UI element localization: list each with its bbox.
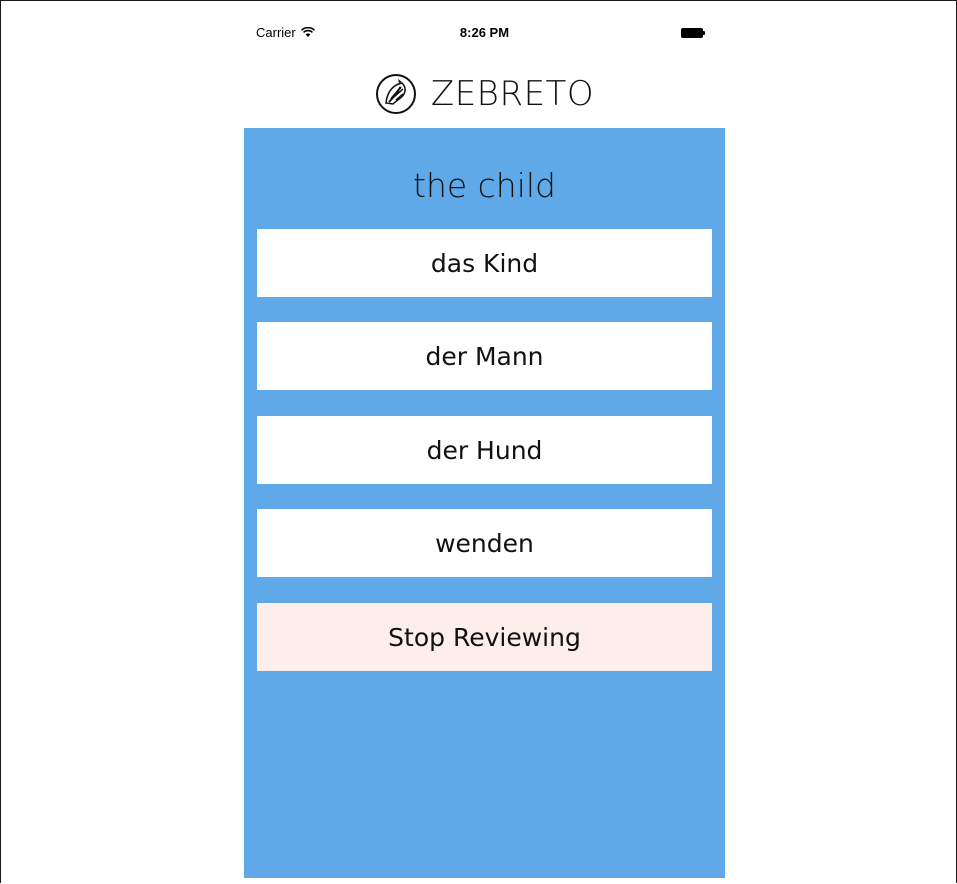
stop-reviewing-label: Stop Reviewing [388,622,581,652]
zebra-head-icon [375,74,416,114]
answer-option-label: das Kind [430,248,539,278]
battery-icon [681,28,705,38]
stop-reviewing-button[interactable]: Stop Reviewing [257,603,712,671]
answer-option-label: der Mann [425,341,544,371]
answer-option-1[interactable]: das Kind [257,229,712,297]
answer-option-label: der Hund [426,435,543,465]
answer-option-2[interactable]: der Mann [257,322,712,390]
prompt-word: the child [413,166,556,205]
answer-option-3[interactable]: der Hund [257,416,712,484]
answer-option-4[interactable]: wenden [257,509,712,577]
review-panel: the child das Kind der Mann der Hund wen… [244,128,725,878]
app-header: ZEBRETO [244,68,725,120]
app-title: ZEBRETO [430,74,595,114]
status-bar: Carrier 8:26 PM [244,22,725,46]
status-time: 8:26 PM [459,25,510,40]
answer-option-label: wenden [435,528,534,558]
